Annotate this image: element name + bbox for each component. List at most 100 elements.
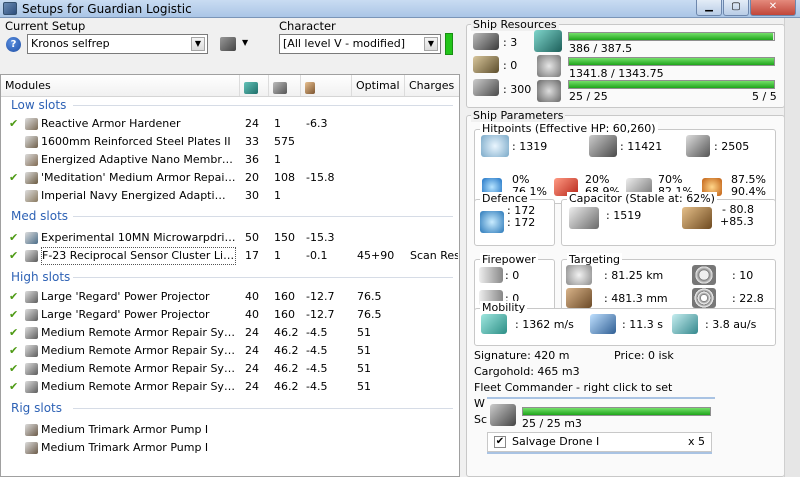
module-active-check[interactable]: ✔: [9, 229, 18, 247]
price-value: Price: 0 isk: [614, 349, 674, 362]
module-row[interactable]: Medium Trimark Armor Pump I: [1, 439, 459, 457]
signature-value: Signature: 420 m: [474, 349, 570, 362]
module-name: Medium Remote Armor Repair System II: [41, 344, 236, 357]
module-row[interactable]: ✔ Medium Remote Armor Repair System II 24 4…: [1, 378, 459, 396]
module-active-check[interactable]: ✔: [9, 169, 18, 187]
powergrid-bar-fill: [569, 58, 774, 65]
header-cpu[interactable]: [240, 75, 269, 96]
module-name: 'Meditation' Medium Armor Repairer I: [41, 171, 236, 184]
module-row[interactable]: ✔ Experimental 10MN Microwarpdrive I 50 150…: [1, 229, 459, 247]
drone-bay-bar: [522, 407, 711, 416]
header-optimal[interactable]: Optimal: [352, 75, 405, 96]
module-name: Large 'Regard' Power Projector: [41, 290, 210, 303]
align-time-icon: [590, 314, 616, 334]
module-row[interactable]: ✔ 'Meditation' Medium Armor Repairer I 20 1…: [1, 169, 459, 187]
module-cpu: 20: [245, 171, 259, 184]
module-capacitor: -4.5: [306, 344, 328, 357]
module-icon: [25, 250, 38, 262]
header-capacitor[interactable]: [301, 75, 352, 96]
close-button[interactable]: ✕: [750, 0, 796, 16]
module-optimal: 76.5: [357, 308, 382, 321]
cpu-icon: [534, 30, 562, 52]
module-powergrid: 108: [274, 171, 295, 184]
character-select[interactable]: [All level V - modified] ▼: [279, 34, 441, 54]
drone-checkbox[interactable]: ✔: [494, 436, 506, 448]
calibration-icon: [473, 79, 499, 96]
help-icon[interactable]: ?: [6, 37, 21, 52]
module-active-check[interactable]: ✔: [9, 288, 18, 306]
module-cpu: 24: [245, 326, 259, 339]
chevron-down-icon: ▼: [424, 37, 438, 51]
module-row[interactable]: ✔ Medium Remote Armor Repair System II 24 4…: [1, 360, 459, 378]
module-capacitor: -15.8: [306, 171, 335, 184]
hull-hp: : 2505: [714, 140, 750, 153]
module-powergrid: 46.2: [274, 344, 299, 357]
cpu-value: 386 / 387.5: [569, 42, 633, 55]
module-name: Medium Remote Armor Repair System II: [41, 326, 236, 339]
firepower-value-1: : 0: [505, 269, 520, 282]
module-active-check[interactable]: ✔: [9, 378, 18, 396]
module-cpu: 24: [245, 380, 259, 393]
module-name: Medium Remote Armor Repair System II: [41, 362, 236, 375]
module-icon: [25, 118, 38, 130]
module-row[interactable]: ✔ F-23 Reciprocal Sensor Cluster Link 17 1 -…: [1, 247, 459, 265]
drone-count: x 5: [688, 435, 706, 448]
scrollbar[interactable]: [784, 18, 800, 477]
window-title: Setups for Guardian Logistic: [22, 2, 192, 16]
module-row[interactable]: ✔ Large 'Regard' Power Projector 40 160 -12.…: [1, 306, 459, 324]
module-row[interactable]: ✔ Large 'Regard' Power Projector 40 160 -12.…: [1, 288, 459, 306]
module-active-check[interactable]: ✔: [9, 342, 18, 360]
modules-panel: Modules Optimal Charges Low slots ✔ Reacti…: [0, 74, 460, 477]
module-powergrid: 46.2: [274, 362, 299, 375]
module-active-check[interactable]: ✔: [9, 247, 18, 265]
drone-bay-bar-fill: [523, 408, 710, 415]
module-row[interactable]: 1600mm Reinforced Steel Plates II 33 575: [1, 133, 459, 151]
module-row[interactable]: ✔ Medium Remote Armor Repair System II 24 4…: [1, 324, 459, 342]
header-powergrid[interactable]: [269, 75, 301, 96]
module-powergrid: 1: [274, 249, 281, 262]
maximize-button[interactable]: ▢: [723, 0, 749, 16]
module-active-check[interactable]: ✔: [9, 360, 18, 378]
module-powergrid: 575: [274, 135, 295, 148]
module-active-check[interactable]: ✔: [9, 115, 18, 133]
module-capacitor: -0.1: [306, 249, 328, 262]
module-row[interactable]: Medium Trimark Armor Pump I: [1, 421, 459, 439]
turret-damage-icon: [479, 267, 503, 283]
header-modules[interactable]: Modules: [1, 75, 240, 96]
module-row[interactable]: ✔ Medium Remote Armor Repair System II 24 4…: [1, 342, 459, 360]
client-area: Current Setup ? Kronos selfrep ▼ ▼ Chara…: [0, 18, 800, 477]
module-cpu: 30: [245, 189, 259, 202]
module-icon: [25, 363, 38, 375]
module-icon: [25, 381, 38, 393]
module-active-check[interactable]: ✔: [9, 324, 18, 342]
sensor-strength-icon: [692, 288, 716, 308]
module-icon: [25, 291, 38, 303]
setup-select[interactable]: Kronos selfrep ▼: [27, 34, 208, 54]
mobility-title: Mobility: [480, 301, 528, 314]
module-active-check[interactable]: ✔: [9, 306, 18, 324]
module-optimal: 51: [357, 380, 371, 393]
module-row[interactable]: Energized Adaptive Nano Membrane II 36 1: [1, 151, 459, 169]
calibration-value: : 300: [503, 83, 532, 96]
header-charges[interactable]: Charges: [405, 75, 459, 96]
module-capacitor: -4.5: [306, 326, 328, 339]
module-name: Energized Adaptive Nano Membrane II: [41, 153, 236, 166]
warp-speed: : 3.8 au/s: [705, 318, 757, 331]
module-cpu: 33: [245, 135, 259, 148]
tools-icon[interactable]: [220, 37, 236, 51]
minimize-button[interactable]: ▁: [696, 0, 722, 16]
powergrid-value: 1341.8 / 1343.75: [569, 67, 664, 80]
hull-icon: [686, 135, 710, 157]
module-optimal: 51: [357, 326, 371, 339]
module-row[interactable]: ✔ Reactive Armor Hardener 24 1 -6.3: [1, 115, 459, 133]
turret-icon: [473, 33, 499, 50]
module-powergrid: 150: [274, 231, 295, 244]
fleet-commander-label[interactable]: Fleet Commander - right click to set: [474, 381, 672, 394]
module-capacitor: -15.3: [306, 231, 335, 244]
module-row[interactable]: Imperial Navy Energized Adaptive Nan... 3…: [1, 187, 459, 205]
warp-speed-icon: [672, 314, 698, 334]
group-separator: [73, 216, 453, 217]
module-powergrid: 160: [274, 290, 295, 303]
launcher-icon: [473, 56, 499, 73]
tools-dropdown-icon[interactable]: ▼: [242, 38, 248, 47]
